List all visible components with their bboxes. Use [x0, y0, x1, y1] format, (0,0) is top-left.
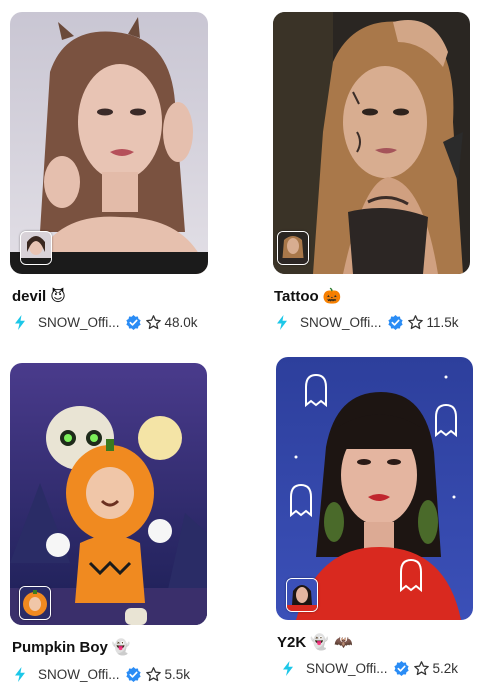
creator-name[interactable]: SNOW_Offi...: [300, 315, 382, 330]
filter-meta: SNOW_Offi... 48.0k: [14, 314, 198, 331]
like-count: 5.5k: [164, 667, 191, 682]
verified-badge-icon: [387, 315, 403, 330]
filter-name: Tattoo: [274, 287, 319, 305]
lightning-bolt-icon: [283, 661, 293, 676]
filter-title[interactable]: Pumpkin Boy 👻: [12, 638, 131, 656]
like-count: 48.0k: [164, 315, 198, 330]
star-outline-icon[interactable]: [413, 660, 430, 677]
ghost-bat-emoji-icon: 👻 🦇: [310, 633, 353, 651]
creator-avatar: [286, 578, 318, 612]
lightning-bolt-icon: [277, 315, 287, 330]
filter-name: devil: [12, 287, 47, 305]
filter-title[interactable]: devil 😈: [12, 287, 66, 305]
like-count: 5.2k: [432, 661, 459, 676]
filter-title[interactable]: Y2K 👻 🦇: [277, 633, 353, 651]
filter-name: Pumpkin Boy: [12, 638, 108, 656]
star-outline-icon[interactable]: [145, 666, 162, 683]
creator-avatar: [19, 586, 51, 620]
ghost-emoji-icon: 👻: [111, 638, 131, 656]
devil-emoji-icon: 😈: [50, 287, 66, 305]
verified-badge-icon: [125, 667, 141, 682]
lightning-bolt-icon: [15, 315, 25, 330]
creator-avatar: [20, 231, 52, 265]
verified-badge-icon: [125, 315, 141, 330]
star-outline-icon[interactable]: [407, 314, 424, 331]
filter-meta: SNOW_Offi... 5.5k: [14, 666, 190, 683]
creator-name[interactable]: SNOW_Offi...: [306, 661, 388, 676]
like-count: 11.5k: [426, 315, 459, 330]
creator-name[interactable]: SNOW_Offi...: [38, 667, 120, 682]
filter-title[interactable]: Tattoo 🎃: [274, 287, 341, 305]
creator-avatar: [277, 231, 309, 265]
pumpkin-emoji-icon: 🎃: [322, 287, 342, 305]
filter-name: Y2K: [277, 633, 307, 651]
lightning-bolt-icon: [15, 667, 25, 682]
filter-meta: SNOW_Offi... 5.2k: [282, 660, 458, 677]
star-outline-icon[interactable]: [145, 314, 162, 331]
creator-name[interactable]: SNOW_Offi...: [38, 315, 120, 330]
filter-meta: SNOW_Offi... 11.5k: [276, 314, 459, 331]
verified-badge-icon: [393, 661, 409, 676]
